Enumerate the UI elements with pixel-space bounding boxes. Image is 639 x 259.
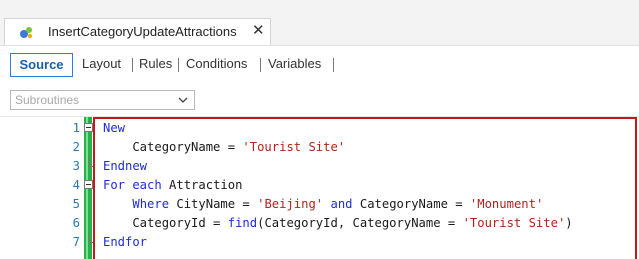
minus-icon — [86, 184, 91, 185]
code-token: CategoryId = — [103, 216, 228, 230]
code-token: CategoryName = — [352, 197, 470, 211]
code-string: 'Tourist Site' — [462, 216, 566, 230]
tab-layout[interactable]: Layout — [82, 53, 121, 77]
line-number: 1 — [72, 121, 80, 135]
view-tabbar: Source Layout Rules Conditions Variables — [0, 45, 639, 82]
minus-icon — [86, 127, 91, 128]
code-token: CityName = — [169, 197, 258, 211]
line-number: 3 — [72, 159, 80, 173]
subroutines-dropdown-value: Subroutines — [15, 93, 80, 107]
code-keyword: Endfor — [103, 235, 148, 249]
tab-source[interactable]: Source — [10, 53, 73, 77]
line-number: 6 — [72, 216, 80, 230]
tab-separator — [178, 58, 179, 72]
tab-rules[interactable]: Rules — [139, 53, 172, 77]
code-line[interactable]: 7 Endfor — [0, 233, 639, 252]
code-token: Attraction — [161, 178, 243, 192]
line-number: 4 — [72, 178, 80, 192]
close-icon[interactable]: ✕ — [252, 22, 265, 40]
code-line[interactable]: 1 New — [0, 119, 639, 138]
code-text: CategoryName = 'Tourist Site' — [103, 138, 345, 157]
code-token: (CategoryId, CategoryName = — [257, 216, 463, 230]
line-number: 5 — [72, 197, 80, 211]
tab-conditions[interactable]: Conditions — [186, 53, 247, 77]
document-tab-title: InsertCategoryUpdateAttractions — [48, 24, 237, 39]
code-keyword: For each — [103, 178, 162, 192]
code-string: 'Tourist Site' — [242, 140, 346, 154]
code-token: ) — [565, 216, 573, 230]
tab-separator — [132, 58, 133, 72]
fold-end-marker — [88, 166, 93, 167]
code-keyword: and — [330, 197, 353, 211]
code-line[interactable]: 6 CategoryId = find(CategoryId, Category… — [0, 214, 639, 233]
fold-end-marker — [88, 242, 93, 243]
code-keyword: find — [227, 216, 258, 230]
transaction-icon — [20, 27, 32, 38]
fold-toggle-icon[interactable] — [84, 123, 93, 132]
subroutines-dropdown[interactable]: Subroutines — [10, 90, 195, 110]
code-line[interactable]: 3 Endnew — [0, 157, 639, 176]
code-text: Endnew — [103, 157, 147, 176]
code-text: Where CityName = 'Beijing' and CategoryN… — [103, 195, 543, 214]
line-number: 2 — [72, 140, 80, 154]
code-line[interactable]: 4 For each Attraction — [0, 176, 639, 195]
fold-toggle-icon[interactable] — [84, 180, 93, 189]
chevron-down-icon — [178, 97, 188, 103]
code-text: CategoryId = find(CategoryId, CategoryNa… — [103, 214, 573, 233]
code-token: CategoryName = — [103, 140, 243, 154]
line-number: 7 — [72, 235, 80, 249]
tab-separator — [333, 58, 334, 72]
code-keyword: New — [103, 121, 126, 135]
code-text: For each Attraction — [103, 176, 242, 195]
code-text: New — [103, 119, 125, 138]
code-string: 'Beijing' — [257, 197, 324, 211]
code-keyword: Where — [132, 197, 170, 211]
code-line[interactable]: 5 Where CityName = 'Beijing' and Categor… — [0, 195, 639, 214]
document-tabstrip: InsertCategoryUpdateAttractions ✕ — [0, 0, 639, 45]
code-editor[interactable]: 1 New 2 CategoryName = 'Tourist Site' 3 Endn… — [0, 117, 639, 259]
code-keyword: Endnew — [103, 159, 148, 173]
code-text: Endfor — [103, 233, 147, 252]
tab-variables[interactable]: Variables — [268, 53, 321, 77]
code-line[interactable]: 2 CategoryName = 'Tourist Site' — [0, 138, 639, 157]
code-string: 'Monument' — [469, 197, 544, 211]
tab-separator — [260, 58, 261, 72]
document-tab[interactable]: InsertCategoryUpdateAttractions ✕ — [4, 18, 271, 45]
